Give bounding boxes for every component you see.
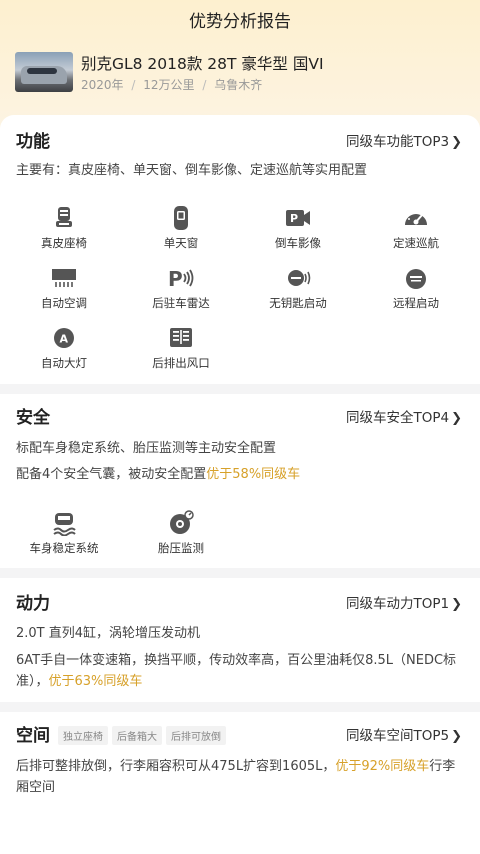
function-title: 功能 bbox=[16, 132, 50, 152]
function-desc: 主要有：真皮座椅、单天窗、倒车影像、定速巡航等实用配置 bbox=[16, 163, 368, 178]
safety-title: 安全 bbox=[16, 408, 50, 428]
safety-highlight: 优于58%同级车 bbox=[206, 467, 301, 482]
space-tags: 独立座椅 后备箱大 后排可放倒 bbox=[54, 725, 226, 745]
sunroof-icon bbox=[174, 206, 188, 230]
feature-leather-seat: 真皮座椅 bbox=[9, 205, 119, 251]
car-thumbnail bbox=[15, 52, 73, 92]
car-meta: 2020年 / 12万公里 / 乌鲁木齐 bbox=[81, 78, 263, 92]
safety-desc-passive: 配备4个安全气囊，被动安全配置优于58%同级车 bbox=[16, 467, 301, 482]
svg-text:P: P bbox=[168, 267, 183, 291]
safety-top-link[interactable]: 同级车安全TOP4 ❯ bbox=[346, 406, 462, 426]
space-desc: 后排可整排放倒，行李厢容积可从475L扩容到1605L，优于92%同级车行李厢空… bbox=[16, 759, 456, 795]
feature-sunroof: 单天窗 bbox=[126, 205, 236, 251]
feature-remote-start: 远程启动 bbox=[361, 265, 471, 311]
car-title: 别克GL8 2018款 28T 豪华型 国VI bbox=[81, 55, 324, 73]
feature-keyless-start: 无钥匙启动 bbox=[243, 265, 353, 311]
remote-start-icon bbox=[406, 269, 426, 289]
function-section: 功能 同级车功能TOP3 ❯ 主要有：真皮座椅、单天窗、倒车影像、定速巡航等实用配… bbox=[0, 115, 480, 384]
feature-cruise-control: 定速巡航 bbox=[361, 205, 471, 251]
feature-parking-radar: P 后驻车雷达 bbox=[152, 267, 210, 310]
space-title: 空间 bbox=[16, 726, 50, 746]
feature-reverse-camera: P 倒车影像 bbox=[243, 205, 353, 251]
power-desc-engine: 2.0T 直列4缸，涡轮增压发动机 bbox=[16, 626, 201, 641]
power-section: 动力 同级车动力TOP1 ❯ 2.0T 直列4缸，涡轮增压发动机 6AT手自一体变… bbox=[0, 578, 480, 702]
tire-pressure-icon bbox=[170, 510, 194, 534]
space-tag: 独立座椅 bbox=[58, 726, 108, 745]
car-city: 乌鲁木齐 bbox=[214, 78, 263, 92]
space-top-link[interactable]: 同级车空间TOP5 ❯ bbox=[346, 724, 462, 744]
car-year: 2020年 bbox=[81, 78, 124, 92]
keyless-start-icon bbox=[288, 270, 311, 286]
safety-desc-active: 标配车身稳定系统、胎压监测等主动安全配置 bbox=[16, 441, 277, 456]
feature-tire-pressure: 胎压监测 bbox=[126, 510, 236, 556]
rear-vent-icon bbox=[170, 328, 192, 347]
svg-text:A: A bbox=[60, 333, 69, 346]
chevron-right-icon: ❯ bbox=[451, 729, 462, 744]
power-highlight: 优于63%同级车 bbox=[48, 674, 143, 689]
car-summary: 别克GL8 2018款 28T 豪华型 国VI 2020年 / 12万公里 / … bbox=[15, 52, 465, 94]
chevron-right-icon: ❯ bbox=[451, 411, 462, 426]
auto-ac-icon bbox=[52, 269, 76, 287]
power-desc-transmission: 6AT手自一体变速箱，换挡平顺，传动效率高，百公里油耗仅8.5L（NEDC标准）… bbox=[16, 653, 457, 689]
function-top-link[interactable]: 同级车功能TOP3 ❯ bbox=[346, 130, 462, 150]
chevron-right-icon: ❯ bbox=[451, 597, 462, 612]
stability-control-icon bbox=[53, 513, 76, 536]
space-highlight: 优于92%同级车 bbox=[335, 759, 430, 774]
feature-auto-ac: 自动空调 bbox=[9, 265, 119, 311]
svg-text:P: P bbox=[290, 212, 298, 225]
chevron-right-icon: ❯ bbox=[451, 135, 462, 150]
reverse-camera-icon: P bbox=[286, 210, 310, 226]
space-section: 空间 独立座椅 后备箱大 后排可放倒 同级车空间TOP5 ❯ 后排可整排放倒，行李厢容… bbox=[0, 712, 480, 854]
feature-auto-headlight: A 自动大灯 bbox=[9, 325, 119, 371]
safety-section: 安全 同级车安全TOP4 ❯ 标配车身稳定系统、胎压监测等主动安全配置 配备4个安… bbox=[0, 394, 480, 568]
feature-rear-vent: 后排出风口 bbox=[126, 325, 236, 371]
auto-headlight-icon: A bbox=[54, 328, 74, 348]
power-top-link[interactable]: 同级车动力TOP1 ❯ bbox=[346, 592, 462, 612]
feature-stability-control: 车身稳定系统 bbox=[9, 510, 119, 556]
power-title: 动力 bbox=[16, 594, 50, 614]
space-tag: 后备箱大 bbox=[112, 726, 162, 745]
parking-radar-icon: P bbox=[168, 267, 194, 291]
cruise-control-icon bbox=[405, 211, 427, 225]
leather-seat-icon bbox=[56, 207, 72, 227]
page-title: 优势分析报告 bbox=[189, 12, 291, 32]
space-tag: 后排可放倒 bbox=[166, 726, 226, 745]
car-mileage: 12万公里 bbox=[143, 78, 195, 92]
